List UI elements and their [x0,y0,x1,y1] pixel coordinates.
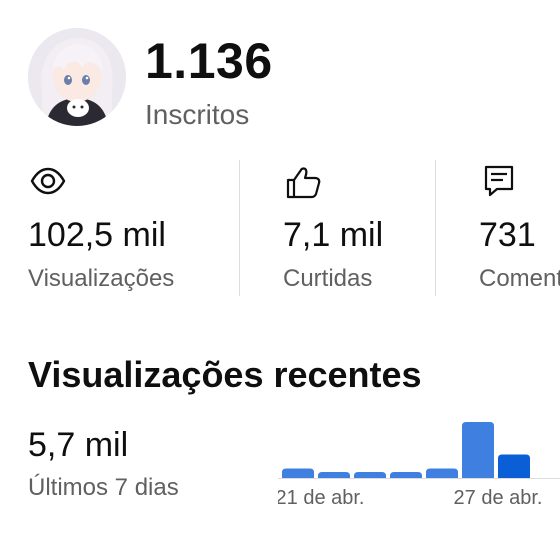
eye-icon [28,162,68,202]
stat-label: Comentários [479,265,560,292]
anime-character-avatar [28,28,126,126]
channel-analytics-screen: 1.136 Inscritos 102,5 mil Visualizações … [0,0,560,560]
stat-divider [239,160,240,296]
chart-bar[interactable] [498,454,530,478]
stat-divider [435,160,436,296]
chart-bar[interactable] [426,468,458,478]
recent-views-period: Últimos 7 dias [28,474,179,501]
stat-value: 7,1 mil [283,216,384,254]
section-title: Visualizações recentes [28,354,422,395]
comment-icon [479,162,519,202]
stat-label: Curtidas [283,265,373,292]
x-tick-label: 21 de abr. [278,487,364,509]
chart-bar[interactable] [354,472,386,478]
chart-bar[interactable] [318,472,350,478]
channel-avatar[interactable] [28,28,126,126]
recent-views-value: 5,7 mil [28,426,129,464]
recent-views-chart[interactable]: 21 de abr. 27 de abr. [278,408,560,518]
stat-value: 731 [479,216,536,254]
subscriber-count: 1.136 [145,33,273,89]
bar-chart-svg: 21 de abr. 27 de abr. [278,422,560,509]
thumbs-up-icon [283,162,323,202]
chart-bar[interactable] [462,422,494,478]
subscriber-label: Inscritos [145,99,250,130]
stat-value: 102,5 mil [28,216,166,254]
x-tick-label: 27 de abr. [454,487,543,509]
chart-bar[interactable] [282,468,314,478]
chart-bar[interactable] [390,472,422,478]
stat-label: Visualizações [28,265,175,292]
